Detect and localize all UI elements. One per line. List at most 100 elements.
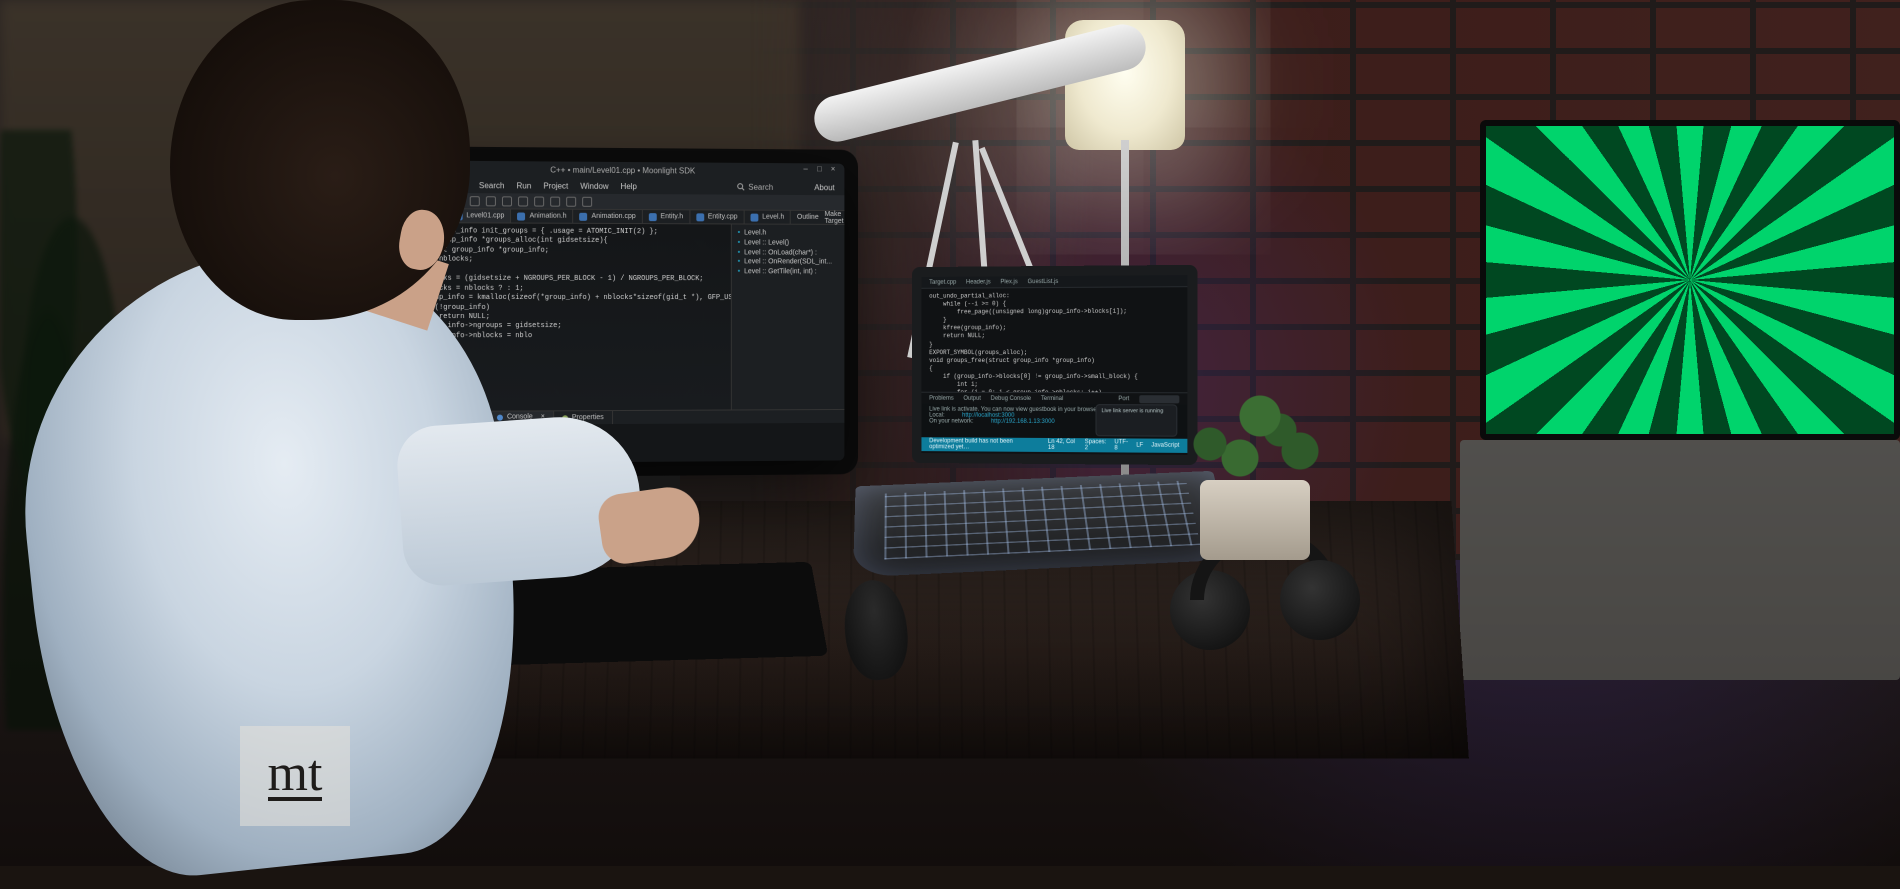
laptop-bottom-tabs: Problems Output Debug Console Terminal P… <box>921 392 1187 405</box>
telescope-tube <box>809 20 1150 147</box>
outline-item[interactable]: Level :: Level() <box>738 238 839 248</box>
task-dot-icon <box>452 415 458 421</box>
code-line: nblocks = (gidsetsize + NGROUPS_PER_BLOC… <box>405 275 723 285</box>
status-item[interactable]: Spaces: 2 <box>1085 439 1107 451</box>
bottom-tab-tasks[interactable]: Tasks <box>444 412 489 425</box>
foreground-plant-left <box>0 130 120 730</box>
code-line: return NULL; <box>405 313 723 323</box>
menu-item[interactable]: Search <box>479 181 505 190</box>
toolbar-icon[interactable] <box>421 195 431 205</box>
window-minimize-icon[interactable]: – <box>803 165 811 173</box>
file-icon <box>518 212 526 220</box>
bottom-tab-properties[interactable]: Properties <box>554 411 613 424</box>
file-icon <box>649 213 657 221</box>
toolbar-icon[interactable] <box>566 196 576 206</box>
bottom-tab-errors[interactable]: Errors <box>397 412 444 425</box>
scene-root: C++ • main/Level01.cpp • Moonlight SDK –… <box>0 0 1900 866</box>
menu-item[interactable]: Run <box>517 181 532 190</box>
console-dot-icon <box>497 414 503 420</box>
editor-tab[interactable]: Plex.js <box>1000 279 1017 285</box>
panel-tab-problems[interactable]: Problems <box>929 395 954 401</box>
editor-tab[interactable]: GuestList.js <box>1028 278 1059 284</box>
toolbar-icon[interactable] <box>534 196 544 206</box>
make-target-label[interactable]: Make Target <box>825 210 844 224</box>
external-keyboard <box>455 562 829 667</box>
toolbar-icon[interactable] <box>454 196 464 206</box>
toolbar-icon[interactable] <box>486 196 496 206</box>
editor-tab[interactable]: Target.cpp <box>929 279 956 285</box>
menu-item[interactable]: urce <box>407 180 423 189</box>
code-line: void groups_free(struct group_info *grou… <box>929 357 1179 365</box>
status-item[interactable]: Ln 42, Col 18 <box>1048 439 1077 451</box>
outline-panel: Level.h Level :: Level() Level :: OnLoad… <box>731 224 845 409</box>
outline-item[interactable]: Level :: GetTile(int, int) : <box>738 267 839 277</box>
menu-about[interactable]: About <box>814 183 834 192</box>
status-message: Development build has not been optimized… <box>929 438 1032 451</box>
code-line: EXPORT_SYMBOL(groups_alloc); <box>929 348 1179 356</box>
console-empty-text: No consoles to display at this time… <box>405 429 519 437</box>
properties-dot-icon <box>562 415 568 421</box>
error-dot-icon <box>405 416 411 422</box>
editor-tab[interactable]: Entity.cpp <box>690 210 744 223</box>
window-close-icon[interactable]: × <box>831 165 839 173</box>
toolbar-icon[interactable] <box>582 196 592 206</box>
tv-stand <box>1460 440 1900 680</box>
panel-tab-output[interactable]: Output <box>963 395 981 401</box>
tv-screen-visualizer <box>1486 126 1894 434</box>
file-icon <box>696 213 704 221</box>
outline-item[interactable]: Level :: OnLoad(char*) : <box>738 248 839 258</box>
code-line: int i; <box>405 265 723 275</box>
code-line: nblocks = nblocks ? : 1; <box>405 284 723 294</box>
laptop-statusbar: Development build has not been optimized… <box>921 437 1187 453</box>
search-icon <box>736 183 744 191</box>
code-line: if (!group_info) <box>405 303 723 313</box>
console-panel[interactable]: No consoles to display at this time… <box>397 423 845 464</box>
file-icon <box>750 213 758 221</box>
editor-tab[interactable]: Animation.cpp <box>574 210 643 223</box>
television <box>1480 120 1900 440</box>
code-line: group_info = kmalloc(sizeof(*group_info)… <box>405 294 723 304</box>
outline-item[interactable]: Level :: OnRender(SDL_int... <box>738 258 839 268</box>
desk-plant <box>1150 360 1350 560</box>
plant-leaves <box>1150 360 1350 500</box>
toolbar-icon[interactable] <box>502 196 512 206</box>
file-icon <box>454 212 462 220</box>
close-icon[interactable]: × <box>541 413 545 420</box>
toolbar-icon[interactable] <box>437 195 447 205</box>
code-line: { <box>929 365 1179 373</box>
port-label: Port <box>1118 396 1129 402</box>
menu-item[interactable]: Window <box>580 181 608 190</box>
panel-tab-debug[interactable]: Debug Console <box>991 395 1031 401</box>
editor-tab[interactable]: Entity.h <box>643 210 690 223</box>
editor-tab[interactable]: Animation.h <box>511 209 573 222</box>
toolbar-icon[interactable] <box>405 195 415 205</box>
menu-item[interactable]: Help <box>621 181 637 190</box>
ide-titlebar[interactable]: C++ • main/Level01.cpp • Moonlight SDK –… <box>397 160 845 179</box>
toolbar-icon[interactable] <box>470 196 480 206</box>
panel-tab-terminal[interactable]: Terminal <box>1041 395 1063 401</box>
menu-item[interactable]: Project <box>543 181 568 190</box>
editor-tab[interactable]: App.cpp <box>397 209 448 222</box>
window-maximize-icon[interactable]: □ <box>817 165 825 173</box>
status-item[interactable]: LF <box>1136 443 1143 449</box>
network-url-link[interactable]: http://192.168.1.13:3000 <box>991 419 1055 425</box>
code-line: group_info->ngroups = gidsetsize; <box>405 322 723 332</box>
outline-item[interactable]: Level.h <box>738 228 839 238</box>
monitor-ide-window: C++ • main/Level01.cpp • Moonlight SDK –… <box>397 160 845 463</box>
ide-search[interactable]: Search <box>736 182 773 191</box>
bottom-tab-console[interactable]: Console× <box>489 411 554 424</box>
search-label: Search <box>748 182 773 191</box>
toolbar-icon[interactable] <box>550 196 560 206</box>
toolbar-icon[interactable] <box>518 196 528 206</box>
editor-tab[interactable]: Header.js <box>966 279 991 285</box>
outline-panel-label[interactable]: Outline <box>797 214 819 221</box>
code-editor[interactable]: struct group_info init_groups = { .usage… <box>397 223 731 411</box>
file-icon <box>580 212 588 220</box>
status-item[interactable]: UTF-8 <box>1114 439 1128 451</box>
editor-tab[interactable]: Level01.cpp <box>448 209 511 222</box>
code-line: int nblocks; <box>405 256 723 266</box>
monitor-stand <box>590 460 680 540</box>
menu-item[interactable]: Navigate <box>435 180 467 189</box>
editor-tab[interactable]: Level.h <box>744 211 791 224</box>
laptop-code-editor[interactable]: out_undo_partial_alloc: while (--i >= 0)… <box>921 287 1187 392</box>
